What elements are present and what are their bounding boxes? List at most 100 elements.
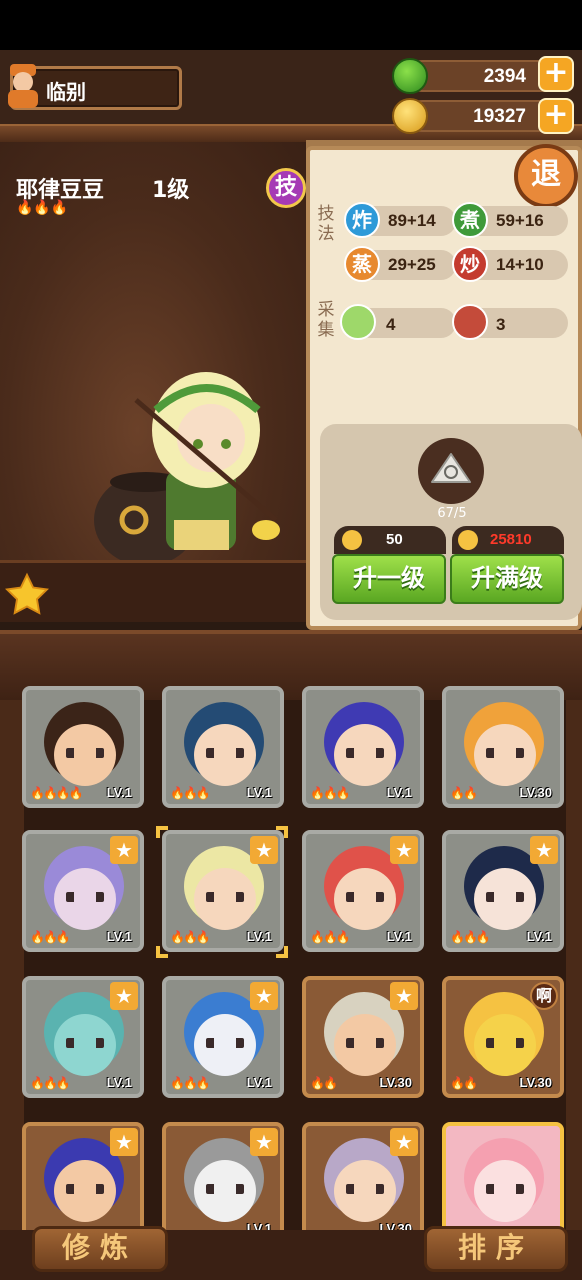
card-eyes [486,1038,524,1048]
card-star-icon: ★ [530,836,558,864]
card-eyes [346,892,384,902]
skill-boil-icon: 煮 [452,202,488,238]
card-level: LV.30 [519,785,552,800]
skill-stirfry-icon: 炒 [452,246,488,282]
character-card[interactable]: ★ LV.1 [162,1122,284,1244]
status-bar [0,0,582,50]
card-level: LV.1 [106,1075,132,1090]
gold-coin-icon [392,98,428,134]
card-level: LV.1 [526,929,552,944]
skill-steam-value: 29+25 [388,255,436,274]
card-level: LV.1 [246,1075,272,1090]
character-card[interactable]: 🔥🔥🔥🔥 LV.1 [22,686,144,808]
add-jade-button[interactable]: + [538,56,574,92]
character-card[interactable]: ★ 🔥🔥🔥 LV.1 [442,830,564,952]
character-portrait [94,372,280,566]
card-eyes [346,1038,384,1048]
card-eyes [66,1184,104,1194]
card-eyes [206,1038,244,1048]
card-level: LV.1 [246,785,272,800]
coin-value: 19327 [473,106,526,127]
card-flames: 🔥🔥 [450,1076,478,1090]
material-icon [418,438,484,504]
exit-button[interactable]: 退 [514,144,578,208]
skill-stirfry-value: 14+10 [496,255,544,274]
card-level: LV.1 [106,785,132,800]
material-count: 67/5 [437,506,467,521]
character-level: 1级 [152,178,190,203]
skill-button[interactable]: 技 [266,168,306,208]
card-star-icon: ★ [390,982,418,1010]
character-card[interactable]: ★ 🔥🔥🔥 LV.1 [302,830,424,952]
card-eyes [486,748,524,758]
card-eyes [486,1184,524,1194]
card-level: LV.1 [386,929,412,944]
favorite-star-icon[interactable] [4,572,50,618]
sort-button[interactable]: 排序 [424,1226,568,1272]
gather-veg-value: 4 [386,315,396,334]
character-card[interactable]: 啊 🔥🔥 LV.30 [442,976,564,1098]
card-flames: 🔥🔥🔥 [30,1076,71,1090]
character-card[interactable]: ★ 🔥🔥 LV.30 [302,976,424,1098]
gather-section-label: 采集 [317,300,335,340]
card-star-icon: ★ [250,1128,278,1156]
skill-fry-icon: 炸 [344,202,380,238]
card-eyes [346,748,384,758]
right-frame [566,700,582,1240]
card-star-icon: ★ [110,836,138,864]
character-card[interactable]: 🔥🔥🔥 LV.1 [162,686,284,808]
card-level: LV.30 [379,1075,412,1090]
card-level: LV.1 [386,785,412,800]
character-card[interactable]: ★ 🔥🔥🔥 LV.1 [22,976,144,1098]
upgrade-one-button[interactable]: 升一级 [332,554,446,604]
cost-one-coin-icon [342,530,362,550]
card-flames: 🔥🔥 [310,1076,338,1090]
card-eyes [346,1184,384,1194]
character-card[interactable]: ★ LV.30 [302,1122,424,1244]
card-star-icon: ★ [390,1128,418,1156]
card-eyes [66,1038,104,1048]
skill-steam-icon: 蒸 [344,246,380,282]
card-flames: 🔥🔥🔥 [450,930,491,944]
add-coin-button[interactable]: + [538,98,574,134]
card-star-icon: ★ [110,982,138,1010]
cost-max-coin-icon [458,530,478,550]
train-button[interactable]: 修炼 [32,1226,168,1272]
left-frame [0,700,24,1240]
card-eyes [486,892,524,902]
card-flames: 🔥🔥🔥 [170,786,211,800]
card-star-icon: ★ [250,982,278,1010]
card-flames: 🔥🔥 [450,786,478,800]
character-card[interactable]: 🔥🔥🔥 LV.1 [302,686,424,808]
selected-card-marker [156,826,288,958]
chef-avatar-icon [8,64,38,108]
card-flames: 🔥🔥🔥 [30,930,71,944]
character-card[interactable]: ★ 🔥🔥🔥 LV.1 [162,976,284,1098]
cost-one-value: 50 [386,531,403,548]
card-star-icon: ★ [390,836,418,864]
location-label: 临别 [46,80,86,104]
card-flames: 🔥🔥🔥 [170,1076,211,1090]
skills-section-label: 技法 [317,204,335,244]
card-eyes [66,892,104,902]
card-eyes [66,748,104,758]
cabbage-icon [340,304,376,340]
skill-fry-value: 89+14 [388,211,436,230]
card-eyes [206,1184,244,1194]
meat-icon [452,304,488,340]
green-jade-icon [392,58,428,94]
jade-value: 2394 [483,66,526,87]
gather-meat-value: 3 [496,315,506,334]
card-level: LV.30 [519,1075,552,1090]
card-flames: 🔥🔥🔥🔥 [30,786,84,800]
cost-max-value: 25810 [490,531,532,548]
skill-boil-value: 59+16 [496,211,544,230]
character-flames: 🔥🔥🔥 [16,200,69,216]
card-flames: 🔥🔥🔥 [310,786,351,800]
upgrade-max-button[interactable]: 升满级 [450,554,564,604]
character-card[interactable]: 🔥🔥 LV.30 [442,686,564,808]
card-flames: 🔥🔥🔥 [310,930,351,944]
card-eyes [206,748,244,758]
character-card[interactable]: ★ 🔥🔥🔥 LV.1 [22,830,144,952]
card-star-icon: ★ [110,1128,138,1156]
